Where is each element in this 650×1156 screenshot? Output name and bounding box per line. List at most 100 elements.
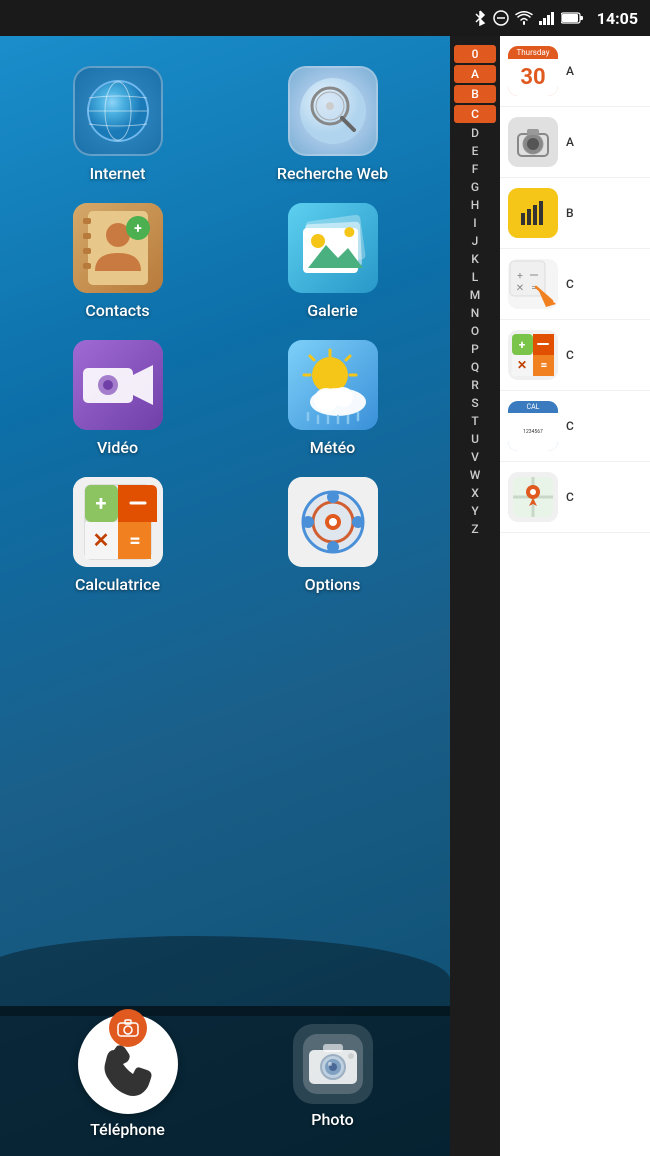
alpha-J[interactable]: J	[450, 232, 500, 250]
alpha-H[interactable]: H	[450, 196, 500, 214]
video-icon	[73, 340, 163, 430]
calc2-app-icon: + ✕ =	[508, 259, 558, 309]
list-item-maps[interactable]: C	[500, 462, 650, 533]
status-icons: 14:05	[473, 9, 638, 28]
internet-icon	[73, 66, 163, 156]
photo-svg	[303, 1034, 363, 1094]
contacts-icon: +	[73, 203, 163, 293]
app-item-internet[interactable]: Internet	[20, 66, 215, 183]
battery-icon	[561, 12, 583, 24]
svg-text:✕: ✕	[92, 528, 109, 552]
home-screen: Internet	[0, 36, 450, 1156]
alpha-M[interactable]: M	[450, 286, 500, 304]
alpha-I[interactable]: I	[450, 214, 500, 232]
meteo-svg	[288, 340, 378, 430]
calculatrice-label: Calculatrice	[75, 575, 160, 594]
svg-text:=: =	[129, 528, 140, 552]
meteo-icon	[288, 340, 378, 430]
bluetooth-icon	[473, 10, 487, 26]
contacts-svg: +	[73, 203, 163, 293]
calendar2-app-icon: CAL 1234567	[508, 401, 558, 451]
video-label: Vidéo	[97, 438, 138, 457]
wifi-icon	[515, 11, 533, 25]
svg-text:✕: ✕	[517, 358, 527, 372]
sim-app-icon	[508, 188, 558, 238]
galerie-icon	[288, 203, 378, 293]
status-bar: 14:05	[0, 0, 650, 36]
alpha-0[interactable]: 0	[454, 45, 496, 63]
telephone-label: Téléphone	[90, 1120, 165, 1139]
alpha-X[interactable]: X	[450, 484, 500, 502]
alpha-O[interactable]: O	[450, 322, 500, 340]
alpha-Q[interactable]: Q	[450, 358, 500, 376]
alpha-D[interactable]: D	[450, 124, 500, 142]
internet-label: Internet	[90, 164, 146, 183]
list-item-camera[interactable]: A	[500, 107, 650, 178]
alpha-B[interactable]: B	[454, 85, 496, 103]
list-label-calendar: A	[566, 64, 574, 78]
dock-item-telephone[interactable]: Téléphone	[78, 1014, 178, 1139]
options-icon	[288, 477, 378, 567]
app-item-recherche[interactable]: Recherche Web	[235, 66, 430, 183]
sim-list-svg	[513, 193, 553, 233]
camera-badge-icon	[117, 1019, 139, 1037]
calc3-list-svg: + ✕ =	[510, 332, 556, 378]
alpha-C[interactable]: C	[454, 105, 496, 123]
recherche-icon	[288, 66, 378, 156]
alpha-G[interactable]: G	[450, 178, 500, 196]
svg-text:=: =	[541, 358, 548, 372]
alpha-A[interactable]: A	[454, 65, 496, 83]
app-item-galerie[interactable]: Galerie	[235, 203, 430, 320]
list-label-calc3: C	[566, 348, 574, 362]
video-svg	[73, 340, 163, 430]
list-label-calc2: C	[566, 277, 574, 291]
search-svg	[298, 76, 368, 146]
photo-icon	[293, 1024, 373, 1104]
status-time: 14:05	[597, 9, 638, 28]
list-item-sim[interactable]: B	[500, 178, 650, 249]
maps-list-svg	[510, 474, 556, 520]
list-item-calc3[interactable]: + ✕ = C	[500, 320, 650, 391]
app-item-calculatrice[interactable]: + ✕ = Calculatrice	[20, 477, 215, 594]
signal-icon	[539, 11, 555, 25]
calc3-app-icon: + ✕ =	[508, 330, 558, 380]
alpha-Y[interactable]: Y	[450, 502, 500, 520]
alpha-N[interactable]: N	[450, 304, 500, 322]
app-item-options[interactable]: Options	[235, 477, 430, 594]
list-item-calendar[interactable]: Thursday 30 A	[500, 36, 650, 107]
alpha-K[interactable]: K	[450, 250, 500, 268]
galerie-svg	[288, 203, 378, 293]
app-item-meteo[interactable]: Météo	[235, 340, 430, 457]
app-item-video[interactable]: Vidéo	[20, 340, 215, 457]
list-item-calc2[interactable]: + ✕ = C	[500, 249, 650, 320]
alpha-Z[interactable]: Z	[450, 520, 500, 538]
list-label-camera: A	[566, 135, 574, 149]
maps-app-icon	[508, 472, 558, 522]
calc-svg: + ✕ =	[73, 477, 163, 567]
calc-icon: + ✕ =	[73, 477, 163, 567]
svg-text:+: +	[519, 338, 526, 352]
alpha-W[interactable]: W	[450, 466, 500, 484]
alpha-F[interactable]: F	[450, 160, 500, 178]
options-svg	[288, 477, 378, 567]
alpha-R[interactable]: R	[450, 376, 500, 394]
phone-handset-svg	[99, 1040, 157, 1098]
alpha-V[interactable]: V	[450, 448, 500, 466]
calc2-list-svg: + ✕ =	[508, 259, 558, 309]
app-item-contacts[interactable]: + Contacts	[20, 203, 215, 320]
alpha-L[interactable]: L	[450, 268, 500, 286]
photo-label: Photo	[311, 1110, 353, 1129]
app-grid: Internet	[0, 36, 450, 614]
alpha-T[interactable]: T	[450, 412, 500, 430]
dock-item-photo[interactable]: Photo	[293, 1024, 373, 1129]
svg-text:+: +	[517, 271, 523, 282]
alpha-P[interactable]: P	[450, 340, 500, 358]
alpha-E[interactable]: E	[450, 142, 500, 160]
globe-svg	[83, 76, 153, 146]
alpha-S[interactable]: S	[450, 394, 500, 412]
svg-text:✕: ✕	[516, 283, 524, 294]
list-label-calendar2: C	[566, 419, 574, 433]
list-item-calendar2[interactable]: CAL 1234567 C	[500, 391, 650, 462]
svg-text:+: +	[134, 221, 142, 237]
alpha-U[interactable]: U	[450, 430, 500, 448]
